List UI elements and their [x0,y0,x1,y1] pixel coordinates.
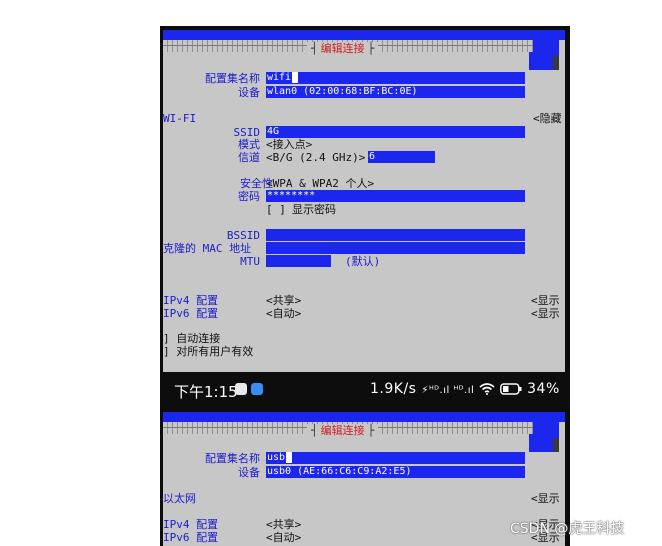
mtu-field[interactable] [266,255,331,267]
ethernet-section-label: 以太网 [163,492,196,505]
clone-mac-label: 克隆的 MAC 地址 [163,242,252,255]
ethernet-show-button[interactable]: <显示 [531,492,560,505]
ipv4-label: IPv4 配置 [163,518,219,531]
usb-connection-editor: 编辑连接 配置集名称 usb 设备 usb0 (AE:66:C6:C9:A2:E… [163,412,565,546]
profile-name-field[interactable]: wifi [266,72,525,84]
phone-status-bar: 下午1:15 1.9K/s ⚡ᴴᴰ.ıl ᴴᴰ.ıl 34% [160,372,570,412]
message-app-icon [251,383,263,395]
profile-name-label: 配置集名称 [205,452,260,465]
hide-button[interactable]: <隐藏 [533,112,562,125]
ipv4-dropdown[interactable]: <共享> [266,294,301,307]
ipv4-show-button[interactable]: <显示 [531,294,560,307]
autoconnect-checkbox[interactable]: ] 自动连接 [163,332,220,345]
show-password-label: 显示密码 [292,203,336,216]
bssid-label: BSSID [226,229,260,242]
ssid-field[interactable]: 4G [266,126,525,138]
mtu-label: MTU [240,255,260,268]
ipv6-show-button[interactable]: <显示 [531,307,560,320]
mode-label: 模式 [238,138,260,151]
network-speed: 1.9K/s [370,381,417,397]
clock: 下午1:15 [174,383,238,401]
device-label: 设备 [238,86,260,99]
signal-icon: ⚡ᴴᴰ.ıl ᴴᴰ.ıl [421,385,475,396]
password-field[interactable]: ******** [266,190,525,202]
profile-name-value: usb [267,452,286,463]
text-cursor [292,72,299,83]
ipv4-label: IPv4 配置 [163,294,219,307]
bssid-field[interactable] [266,229,525,241]
clone-mac-field[interactable] [266,242,525,254]
ipv6-dropdown[interactable]: <自动> [266,307,301,320]
status-indicators: 1.9K/s ⚡ᴴᴰ.ıl ᴴᴰ.ıl 34% [370,381,560,397]
password-label: 密码 [238,190,260,203]
scrollbar[interactable] [553,56,559,70]
channel-field[interactable]: 6 [368,151,435,163]
profile-name-value: wifi [267,72,292,83]
title-bar [163,412,565,422]
security-dropdown[interactable]: <WPA & WPA2 个人> [266,177,374,190]
phone-photo: 编辑连接 配置集名称 wifi 设备 wlan0 (02:00:68:BF:BC… [160,26,570,546]
device-field[interactable]: wlan0 (02:00:68:BF:BC:0E) [266,86,525,98]
device-label: 设备 [238,466,260,479]
battery-percent: 34% [527,381,560,397]
ipv6-label: IPv6 配置 [163,307,219,320]
wifi-icon [479,381,500,397]
mtu-default-label: (默认) [345,255,381,268]
profile-name-label: 配置集名称 [205,72,260,85]
ipv4-dropdown[interactable]: <共享> [266,518,301,531]
title-bar [163,30,565,40]
battery-icon [500,381,527,397]
show-password-checkbox[interactable]: [ ] [266,203,286,216]
wifi-section-label: WI-FI [163,112,197,125]
security-label: 安全性 [240,177,273,190]
band-dropdown[interactable]: <B/G (2.4 GHz)> [266,151,365,164]
text-cursor [286,452,293,463]
scrollbar[interactable] [553,438,559,452]
channel-label: 信道 [238,151,260,164]
dialog-title: 编辑连接 [307,42,379,55]
dialog-title: 编辑连接 [307,424,379,437]
ipv6-label: IPv6 配置 [163,531,219,544]
watermark: CSDN @虎王科技 [510,521,625,537]
profile-name-field[interactable]: usb [266,452,525,464]
all-users-checkbox[interactable]: ] 对所有用户有效 [163,345,253,358]
device-field[interactable]: usb0 (AE:66:C6:C9:A2:E5) [266,466,525,478]
ipv6-dropdown[interactable]: <自动> [266,531,301,544]
gallery-app-icon [235,383,247,395]
wifi-connection-editor: 编辑连接 配置集名称 wifi 设备 wlan0 (02:00:68:BF:BC… [163,30,565,372]
mode-dropdown[interactable]: <接入点> [266,138,312,151]
